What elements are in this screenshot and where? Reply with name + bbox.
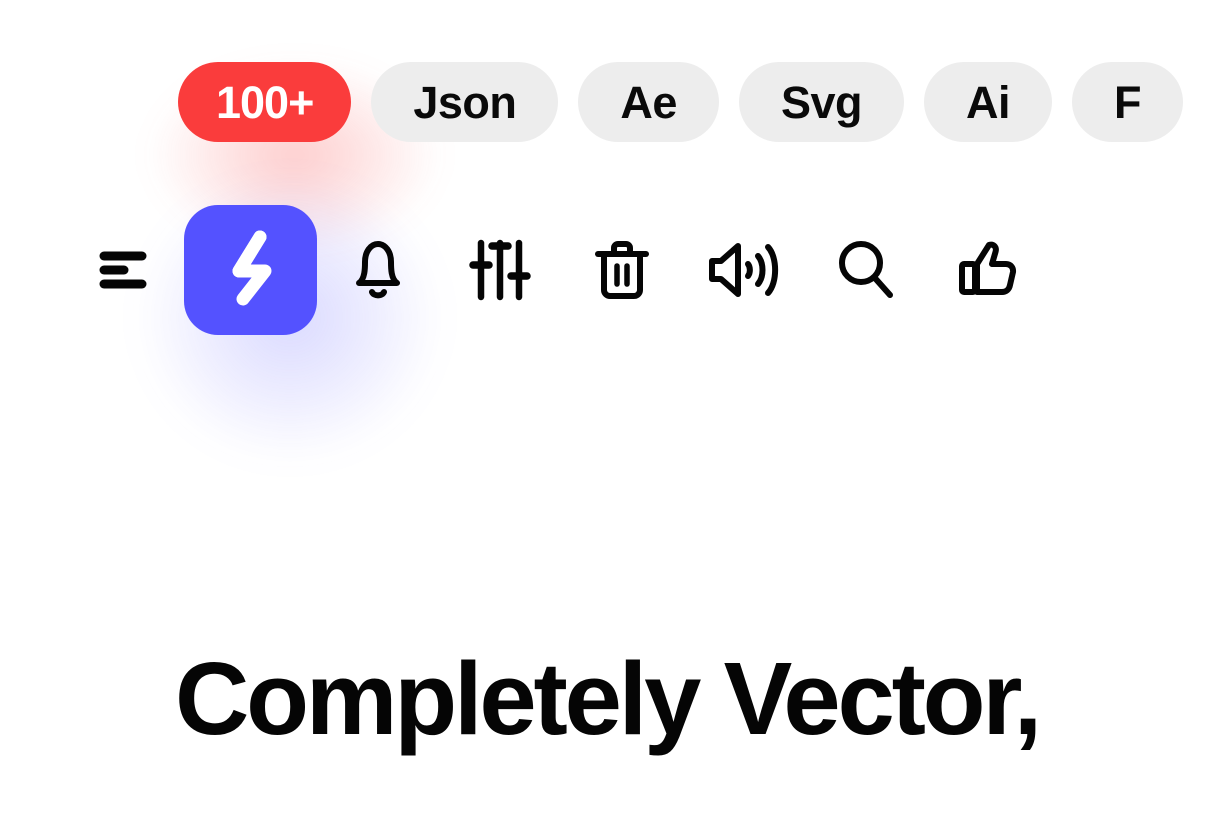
menu-button[interactable]	[62, 205, 184, 335]
page-title-line-1: Completely Vector,	[175, 641, 1042, 756]
icon-bar	[62, 205, 1049, 335]
notifications-button[interactable]	[317, 205, 439, 335]
format-tab-list: 100+ Json Ae Svg Ai F	[178, 62, 1183, 142]
format-tab-svg-label: Svg	[780, 76, 863, 128]
like-button[interactable]	[927, 205, 1049, 335]
page-root: 100+ Json Ae Svg Ai F Completely Vector,	[0, 0, 1208, 840]
format-tab-json-label: Json	[413, 76, 517, 128]
search-icon	[836, 238, 896, 302]
page-title: Completely Vector, Movin Icons.	[175, 424, 1042, 840]
sliders-icon	[469, 238, 531, 302]
format-tab-figma[interactable]: F	[1071, 62, 1183, 142]
format-tab-count-label: 100+	[216, 76, 314, 128]
format-tab-ae-label: Ae	[620, 76, 677, 128]
thumbs-up-icon	[958, 238, 1018, 302]
search-button[interactable]	[805, 205, 927, 335]
settings-sliders-button[interactable]	[439, 205, 561, 335]
format-tab-ai-label: Ai	[965, 76, 1011, 128]
lightning-icon	[218, 228, 284, 313]
format-tab-figma-label: F	[1113, 76, 1142, 128]
lightning-button[interactable]	[184, 205, 317, 335]
format-tab-ai[interactable]: Ai	[923, 62, 1052, 142]
format-tab-count[interactable]: 100+	[178, 62, 352, 142]
volume-icon	[708, 238, 780, 302]
format-tab-ae[interactable]: Ae	[578, 62, 719, 142]
format-tab-svg[interactable]: Svg	[738, 62, 904, 142]
format-tab-json[interactable]: Json	[371, 62, 559, 142]
trash-icon	[594, 238, 650, 302]
bell-icon	[350, 238, 406, 302]
delete-button[interactable]	[561, 205, 683, 335]
volume-button[interactable]	[683, 205, 805, 335]
menu-icon	[99, 248, 147, 292]
